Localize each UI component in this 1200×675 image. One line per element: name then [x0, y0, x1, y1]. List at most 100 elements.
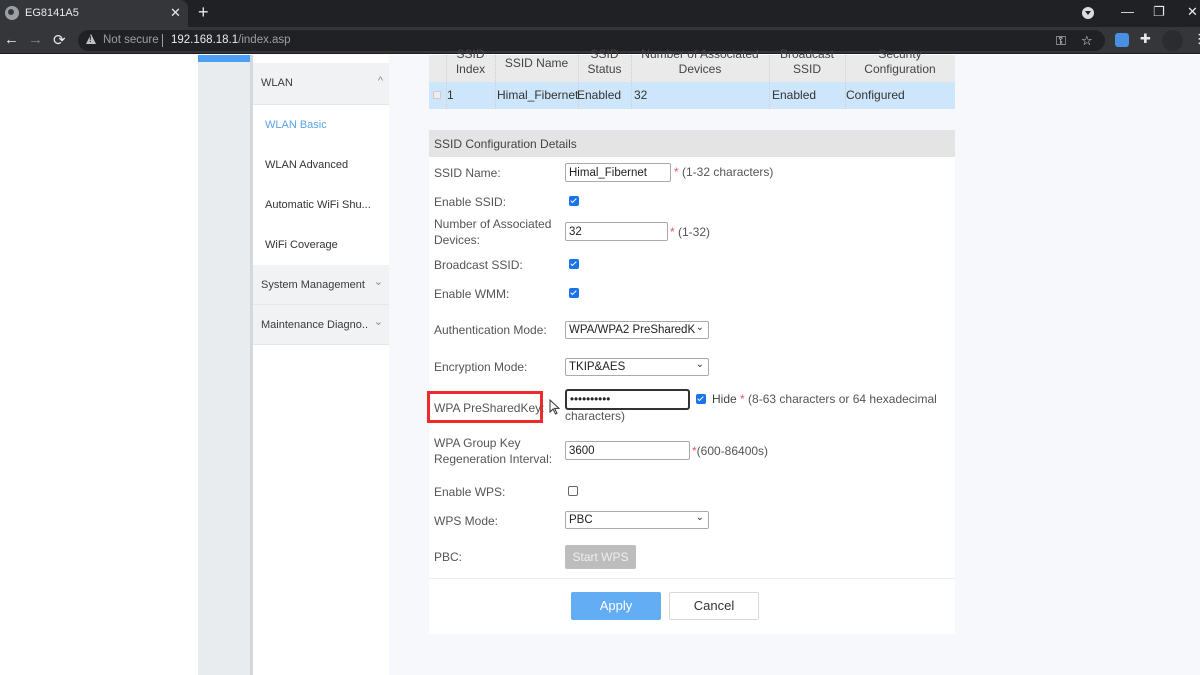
sidebar-item-wlan-basic[interactable]: WLAN Basic [265, 119, 327, 131]
sidebar-menu: WLAN ^ WLAN Basic WLAN Advanced Automati… [253, 55, 389, 675]
sidebar-item-wlan-advanced[interactable]: WLAN Advanced [265, 159, 348, 171]
reload-button[interactable]: ⟳ [53, 31, 66, 49]
cell-broadcast-ssid: Enabled [772, 88, 817, 102]
column-header-ssid-index: SSID Index [446, 47, 495, 77]
forward-button[interactable]: → [28, 31, 43, 48]
group-key-interval-input[interactable] [565, 441, 690, 460]
cell-ssid-name: Himal_Fibernet [497, 88, 579, 102]
column-header-ssid-status: SSID Status [578, 47, 631, 77]
psk-hint: Hide * (8-63 characters or 64 hexadecima… [712, 392, 937, 406]
ssid-config-panel [429, 130, 955, 634]
label-line: WPA Group Key [434, 436, 521, 450]
sidebar-item-wifi-coverage[interactable]: WiFi Coverage [265, 239, 338, 251]
column-header-broadcast-ssid: Broadcast SSID [769, 47, 845, 77]
left-rail [198, 55, 252, 675]
psk-hint-continued: characters) [565, 409, 626, 423]
translate-extension-icon[interactable] [1115, 33, 1129, 47]
sidebar-group-label: Maintenance Diagno.. [261, 319, 369, 331]
select-value: WPA/WPA2 PreSharedKe [569, 324, 695, 336]
cell-ssid-status: Enabled [577, 88, 622, 102]
chevron-down-icon: ⌄ [373, 316, 383, 328]
enable-ssid-checkbox[interactable] [569, 196, 579, 206]
new-tab-button[interactable]: + [198, 2, 209, 23]
assoc-devices-label: Number of Associated Devices: [434, 216, 551, 248]
hide-label: Hide [712, 392, 737, 406]
column-header-associated-devices: Number of Associated Devices [631, 47, 769, 77]
panel-title: SSID Configuration Details [434, 137, 577, 151]
cancel-button[interactable]: Cancel [669, 592, 759, 620]
sidebar-group-maintenance[interactable]: Maintenance Diagno.. ⌄ [253, 305, 389, 345]
hint-text: (1-32 characters) [682, 165, 774, 179]
ssid-name-input[interactable] [565, 163, 671, 182]
broadcast-ssid-checkbox[interactable] [569, 259, 579, 269]
header-line: Status [587, 62, 622, 76]
header-line: Devices [678, 62, 722, 76]
chevron-down-icon: ⌄ [373, 276, 383, 288]
header-line: SSID [456, 47, 485, 61]
ssid-name-label: SSID Name: [434, 166, 501, 180]
apply-button[interactable]: Apply [571, 592, 661, 620]
sidebar-group-wlan[interactable]: WLAN ^ [253, 63, 389, 105]
encryption-mode-select[interactable]: TKIP&AES ⌄ [565, 358, 709, 376]
required-mark: * [740, 392, 745, 406]
security-status[interactable]: Not secure [103, 34, 159, 46]
header-line: Number of Associated [641, 47, 759, 61]
cell-security-configuration: Configured [846, 88, 905, 102]
tab-title: EG8141A5 [25, 7, 79, 19]
column-header-ssid-name: SSID Name [504, 56, 569, 70]
auth-mode-select[interactable]: WPA/WPA2 PreSharedKe ⌄ [565, 321, 709, 339]
hint-text: (1-32) [678, 225, 711, 239]
wps-mode-select[interactable]: PBC ⌄ [565, 511, 709, 529]
label-line: Number of Associated [434, 217, 552, 231]
select-value: TKIP&AES [569, 361, 626, 373]
sidebar-item-auto-wifi-shutdown[interactable]: Automatic WiFi Shu... [265, 199, 371, 211]
column-header-security-configuration: Security Configuration [845, 47, 955, 77]
restore-button[interactable]: ❐ [1153, 4, 1165, 20]
tab-search-icon[interactable] [1082, 7, 1094, 19]
hint-text: (600-86400s) [696, 444, 769, 458]
sidebar-group-system-management[interactable]: System Management ⌄ [253, 265, 389, 305]
hide-psk-checkbox[interactable] [696, 394, 706, 404]
left-rail-accent [198, 55, 252, 62]
broadcast-ssid-label: Broadcast SSID: [434, 258, 523, 272]
window-close-button[interactable]: ✕ [1187, 4, 1198, 20]
globe-icon [5, 6, 19, 20]
tab-close-icon[interactable]: ✕ [170, 5, 181, 21]
browser-tab[interactable]: EG8141A5 ✕ [0, 0, 188, 27]
minimize-button[interactable]: — [1121, 4, 1134, 19]
bookmark-star-icon[interactable]: ☆ [1081, 33, 1093, 49]
enable-wps-checkbox[interactable] [568, 486, 578, 496]
wps-mode-label: WPS Mode: [434, 514, 499, 528]
key-icon[interactable]: ⚿ [1056, 33, 1066, 49]
extensions-puzzle-icon[interactable]: ✚ [1140, 31, 1154, 46]
cell-ssid-index: 1 [447, 88, 454, 102]
sidebar-group-label: WLAN [261, 77, 293, 89]
url-path: /index.asp [238, 34, 291, 46]
select-value: PBC [569, 514, 593, 526]
browser-titlebar: EG8141A5 ✕ + — ❐ ✕ [0, 0, 1200, 27]
group-key-label: WPA Group Key Regeneration Interval: [434, 435, 552, 467]
url-text[interactable]: 192.168.18.1/index.asp [171, 34, 291, 46]
chevron-up-icon: ^ [377, 75, 383, 87]
enable-wmm-checkbox[interactable] [569, 288, 579, 298]
browser-menu-icon[interactable]: ⋮ [1193, 31, 1200, 47]
start-wps-button[interactable]: Start WPS [565, 545, 636, 569]
back-button[interactable]: ← [4, 31, 19, 48]
row-select-checkbox[interactable] [433, 91, 441, 99]
label-line: Regeneration Interval: [434, 452, 553, 466]
wpa-psk-input[interactable] [566, 390, 689, 409]
assoc-devices-input[interactable] [565, 222, 668, 241]
label-line: Devices: [434, 233, 481, 247]
chevron-down-icon: ⌄ [695, 359, 704, 370]
warning-icon [86, 34, 96, 44]
router-page: WLAN ^ WLAN Basic WLAN Advanced Automati… [0, 47, 1200, 675]
panel-header: SSID Configuration Details [429, 130, 955, 157]
header-line: Index [455, 62, 486, 76]
hint-text: (8-63 characters or 64 hexadecimal [748, 392, 937, 406]
group-key-hint: *(600-86400s) [692, 444, 768, 458]
ssid-name-hint: * (1-32 characters) [674, 165, 773, 179]
assoc-devices-hint: * (1-32) [670, 225, 710, 239]
profile-avatar[interactable] [1162, 30, 1183, 51]
pbc-label: PBC: [434, 550, 463, 564]
enable-wmm-label: Enable WMM: [434, 287, 510, 301]
